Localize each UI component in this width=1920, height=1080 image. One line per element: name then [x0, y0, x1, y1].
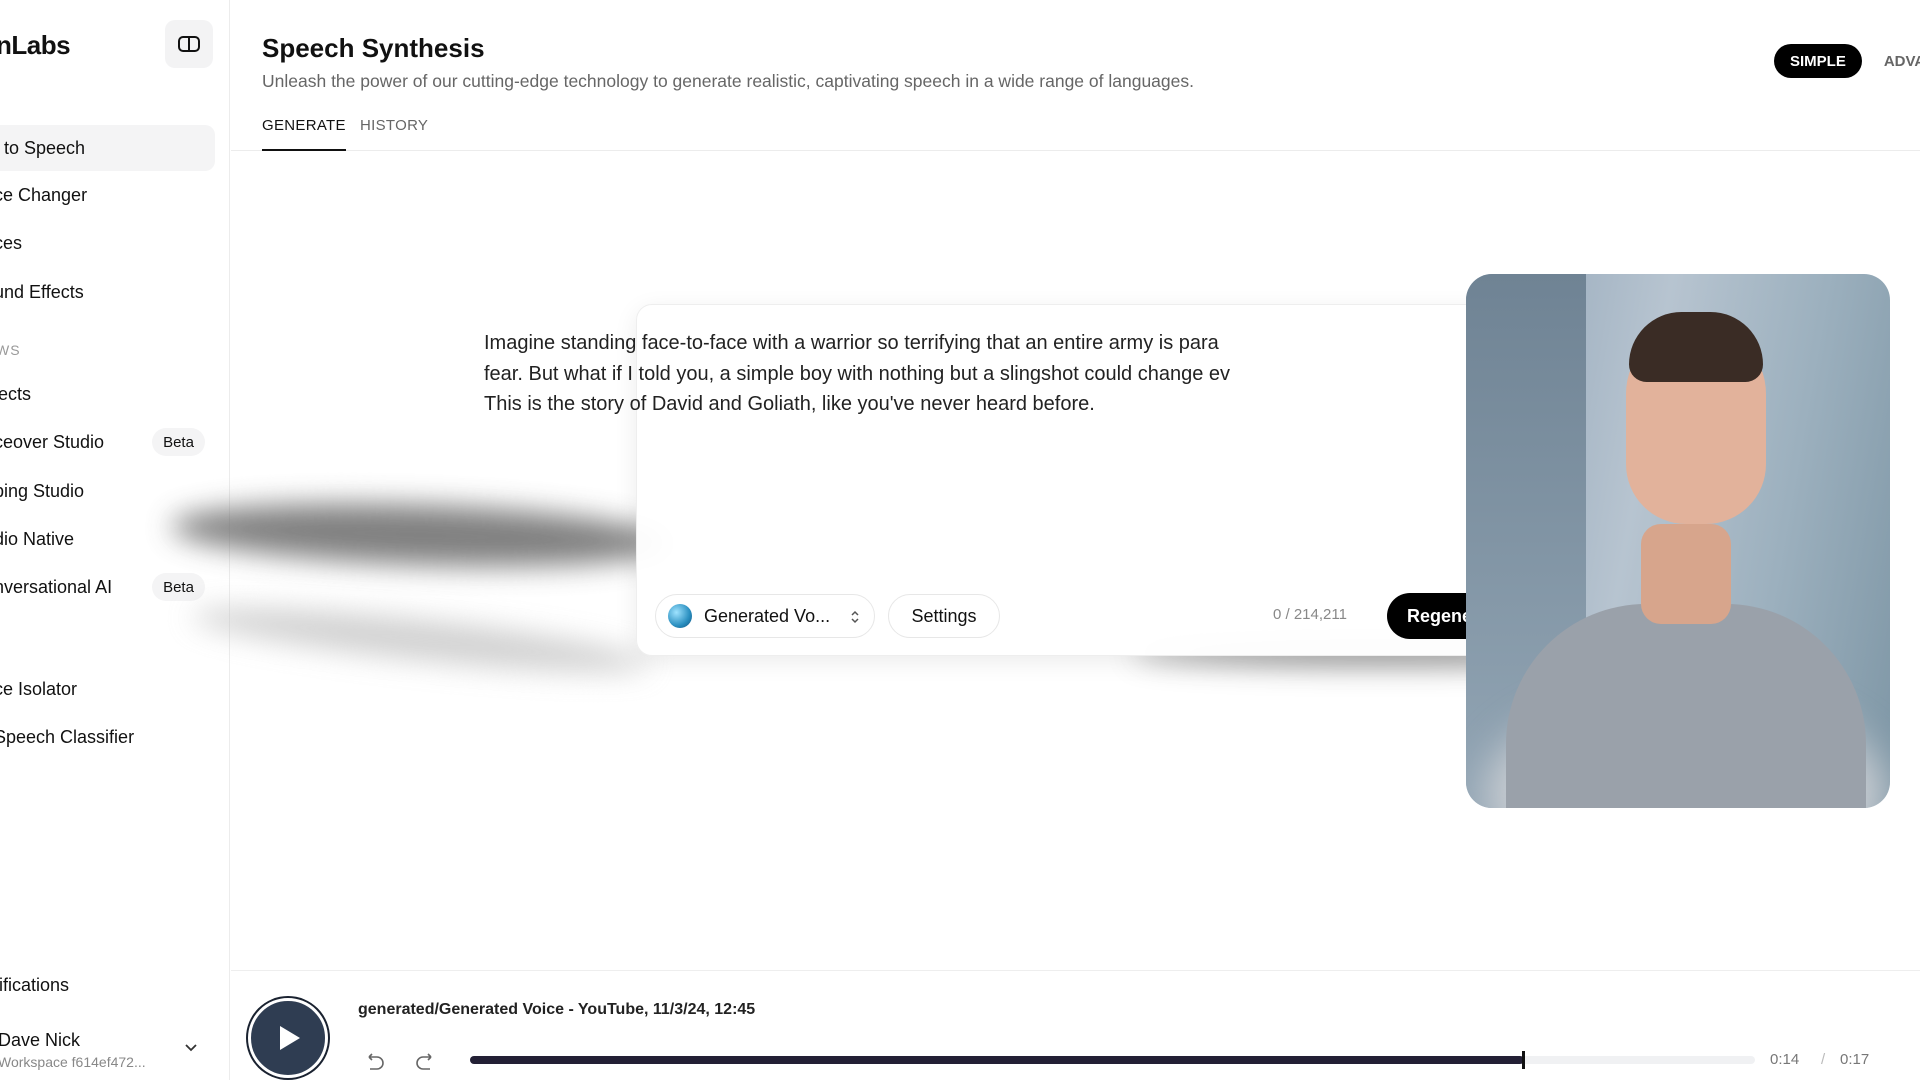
- track-title: generated/Generated Voice - YouTube, 11/…: [358, 1001, 756, 1018]
- tabs: GENERATE HISTORY: [231, 115, 1920, 151]
- logo: nLabs: [0, 30, 71, 60]
- chevron-down-icon: [185, 1044, 197, 1052]
- forward-10-icon[interactable]: [413, 1051, 439, 1077]
- person-neck: [1641, 524, 1731, 624]
- sidebar-item-voice-changer[interactable]: ce Changer: [0, 172, 215, 218]
- voice-select[interactable]: Generated Vo...: [655, 594, 875, 638]
- workspace-id: Workspace f614ef472...: [0, 1054, 146, 1070]
- decorative-wave: [190, 596, 652, 684]
- sidebar-item-sound-effects[interactable]: und Effects: [0, 269, 215, 315]
- sidebar-item-conversational-ai[interactable]: nversational AI Beta: [0, 564, 215, 610]
- sidebar-item-voice-isolator[interactable]: ce Isolator: [0, 666, 215, 712]
- section-label: WS: [0, 342, 21, 358]
- sidebar-item-projects[interactable]: jects: [0, 371, 215, 417]
- character-count: 0 / 214,211: [1273, 606, 1347, 623]
- sidebar-toggle-button[interactable]: [165, 20, 213, 68]
- tab-generate[interactable]: GENERATE: [262, 117, 346, 151]
- person-hair: [1629, 312, 1763, 382]
- sidebar-panel-icon: [178, 36, 200, 52]
- sidebar-item-notifications[interactable]: tifications: [0, 962, 215, 1008]
- sidebar-item-voices[interactable]: ces: [0, 220, 215, 266]
- audio-player: generated/Generated Voice - YouTube, 11/…: [231, 970, 1920, 1080]
- time-separator: /: [1821, 1051, 1826, 1068]
- voice-avatar-icon: [668, 604, 692, 628]
- sidebar-item-text-to-speech[interactable]: t to Speech: [0, 125, 215, 171]
- page-subtitle: Unleash the power of our cutting-edge te…: [262, 71, 1194, 91]
- progress-fill: [470, 1056, 1524, 1064]
- duration: 0:17: [1840, 1051, 1870, 1068]
- beta-badge: Beta: [152, 573, 205, 601]
- play-button[interactable]: [248, 998, 328, 1078]
- sidebar-item-voiceover-studio[interactable]: ceover Studio Beta: [0, 419, 215, 465]
- tab-history[interactable]: HISTORY: [360, 117, 428, 151]
- sidebar-item-dubbing-studio[interactable]: bing Studio: [0, 468, 215, 514]
- text-input[interactable]: Imagine standing face-to-face with a war…: [484, 328, 1534, 420]
- settings-button[interactable]: Settings: [888, 594, 1000, 638]
- sidebar-item-speech-classifier[interactable]: Speech Classifier: [0, 714, 215, 760]
- progress-slider[interactable]: [470, 1051, 1755, 1069]
- person-torso: [1506, 604, 1866, 808]
- current-time: 0:14: [1770, 1051, 1800, 1068]
- decorative-wave: [170, 496, 672, 574]
- rewind-10-icon[interactable]: [361, 1051, 387, 1077]
- user-name: Dave Nick: [0, 1030, 81, 1050]
- mode-switch: SIMPLE ADVA: [1774, 44, 1920, 78]
- chevron-updown-icon: [851, 610, 859, 624]
- page-title: Speech Synthesis: [262, 33, 485, 63]
- advanced-mode-button[interactable]: ADVA: [1868, 44, 1920, 78]
- play-icon: [280, 1026, 300, 1050]
- progress-thumb[interactable]: [1521, 1051, 1525, 1069]
- webcam-overlay: [1466, 274, 1890, 808]
- simple-mode-button[interactable]: SIMPLE: [1774, 44, 1862, 78]
- beta-badge: Beta: [152, 428, 205, 456]
- user-menu[interactable]: Dave Nick Workspace f614ef472...: [0, 1030, 215, 1076]
